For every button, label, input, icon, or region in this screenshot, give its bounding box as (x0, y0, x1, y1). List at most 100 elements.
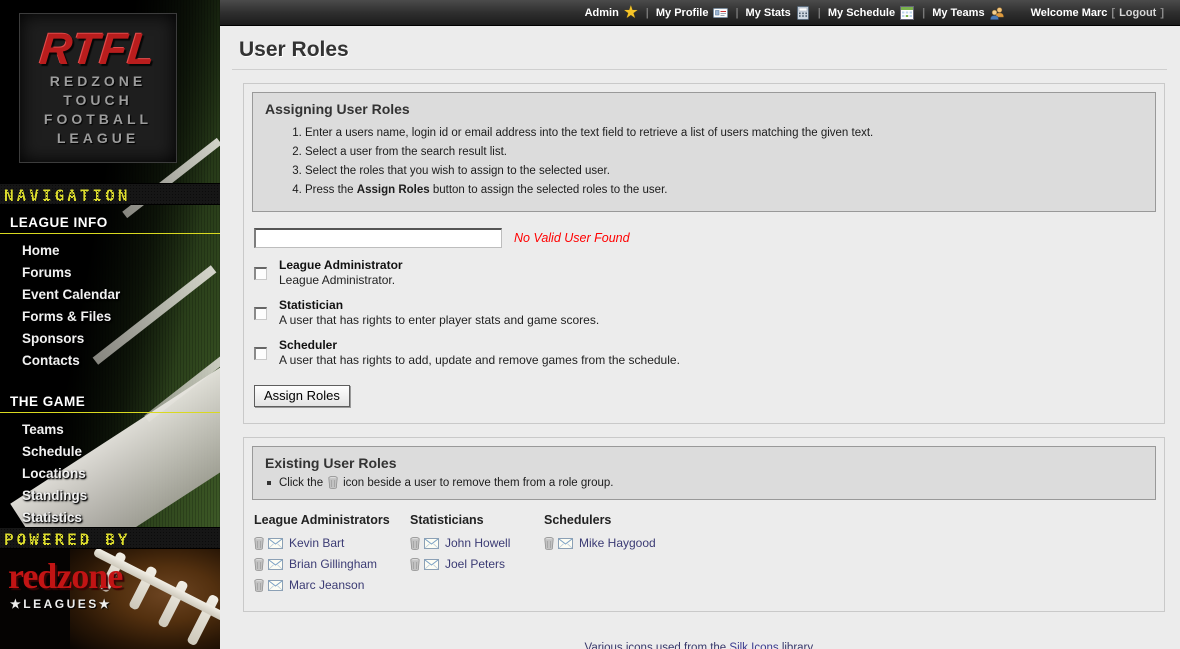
remove-user-trash-icon[interactable] (254, 537, 264, 550)
topbar-item-my-profile-label: My Profile (656, 7, 709, 19)
user-link[interactable]: Joel Peters (445, 557, 505, 571)
group-icon (989, 5, 1005, 21)
logo-line: TOUCH (20, 91, 176, 110)
user-link[interactable]: Brian Gillingham (289, 557, 377, 571)
existing-note: Click the icon beside a user to remove t… (265, 476, 1143, 489)
redzone-wordmark: redzone (8, 555, 122, 597)
email-icon[interactable] (268, 580, 283, 591)
assigning-steps: Enter a users name, login id or email ad… (265, 125, 1143, 198)
assign-roles-button[interactable]: Assign Roles (254, 385, 350, 407)
sidebar-item-teams[interactable]: Teams (0, 419, 220, 441)
group-header: Statisticians (410, 513, 544, 527)
role-description: A user that has rights to add, update an… (279, 353, 680, 368)
redzone-leagues-logo: redzone ★LEAGUES★ (0, 549, 220, 649)
navigation-led-text: NAVIGATION (4, 186, 130, 205)
email-icon[interactable] (424, 559, 439, 570)
group-statisticians: Statisticians John Howell Joel Peters (410, 513, 544, 599)
powered-by-led-banner: POWERED BY (0, 527, 220, 549)
title-divider (232, 69, 1167, 70)
logout-bracket-open: [ (1111, 7, 1115, 19)
topbar-item-my-stats[interactable]: My Stats (746, 5, 811, 21)
topbar-item-my-profile[interactable]: My Profile (656, 5, 729, 21)
group-header: League Administrators (254, 513, 410, 527)
topbar-item-my-schedule[interactable]: My Schedule (828, 5, 915, 21)
existing-instructions-box: Existing User Roles Click the icon besid… (252, 446, 1156, 500)
email-icon[interactable] (424, 538, 439, 549)
role-label: Scheduler (279, 338, 680, 353)
user-link[interactable]: Marc Jeanson (289, 578, 364, 592)
user-link[interactable]: John Howell (445, 536, 510, 550)
topbar-item-admin-label: Admin (585, 7, 619, 19)
page-title: User Roles (239, 38, 1180, 62)
email-icon[interactable] (268, 559, 283, 570)
role-description: A user that has rights to enter player s… (279, 313, 599, 328)
user-row: Brian Gillingham (254, 557, 410, 571)
app-window: RTFL REDZONE TOUCH FOOTBALL LEAGUE NAVIG… (0, 0, 1180, 649)
user-link[interactable]: Kevin Bart (289, 536, 344, 550)
sidebar-item-event-calendar[interactable]: Event Calendar (0, 284, 220, 306)
menu-section-the-game: THE GAME Teams Schedule Locations Standi… (0, 390, 220, 539)
assigning-instructions-box: Assigning User Roles Enter a users name,… (252, 92, 1156, 212)
remove-user-trash-icon[interactable] (544, 537, 554, 550)
redzone-leagues-label: ★LEAGUES★ (10, 597, 112, 611)
sidebar-item-standings[interactable]: Standings (0, 485, 220, 507)
email-icon[interactable] (558, 538, 573, 549)
group-schedulers: Schedulers Mike Haygood (544, 513, 700, 599)
user-search-input[interactable] (254, 228, 502, 248)
topbar-item-my-schedule-label: My Schedule (828, 7, 895, 19)
league-logo: RTFL REDZONE TOUCH FOOTBALL LEAGUE (19, 13, 177, 163)
menu-header-league-info: LEAGUE INFO (0, 211, 220, 234)
sidebar-item-contacts[interactable]: Contacts (0, 350, 220, 372)
role-option-league-administrator: League Administrator League Administrato… (254, 258, 1156, 288)
sidebar-item-statistics[interactable]: Statistics (0, 507, 220, 529)
square-bullet (267, 481, 271, 485)
sidebar-item-sponsors[interactable]: Sponsors (0, 328, 220, 350)
sidebar-item-forums[interactable]: Forums (0, 262, 220, 284)
role-option-statistician: Statistician A user that has rights to e… (254, 298, 1156, 328)
role-label: League Administrator (279, 258, 403, 273)
sidebar-item-forms-files[interactable]: Forms & Files (0, 306, 220, 328)
remove-user-trash-icon[interactable] (254, 579, 264, 592)
sidebar-item-locations[interactable]: Locations (0, 463, 220, 485)
topbar-separator: | (922, 7, 925, 19)
league-administrator-checkbox[interactable] (254, 267, 267, 280)
user-row: Mike Haygood (544, 536, 700, 550)
logout-link[interactable]: Logout (1119, 7, 1156, 19)
silk-icons-link[interactable]: Silk Icons (729, 642, 778, 649)
user-row: Marc Jeanson (254, 578, 410, 592)
user-link[interactable]: Mike Haygood (579, 536, 656, 550)
main-content: User Roles Assigning User Roles Enter a … (220, 27, 1180, 649)
navigation-led-banner: NAVIGATION (0, 183, 220, 205)
topbar-separator: | (646, 7, 649, 19)
remove-user-trash-icon[interactable] (254, 558, 264, 571)
user-row: Joel Peters (410, 557, 544, 571)
step-1: Enter a users name, login id or email ad… (305, 125, 1143, 141)
menu-header-the-game: THE GAME (0, 390, 220, 413)
logout-bracket-close: ] (1160, 7, 1164, 19)
user-search-row: No Valid User Found (254, 228, 1156, 248)
scheduler-checkbox[interactable] (254, 347, 267, 360)
role-label: Statistician (279, 298, 599, 313)
logo-line: FOOTBALL (20, 110, 176, 129)
remove-user-trash-icon[interactable] (410, 558, 420, 571)
user-row: Kevin Bart (254, 536, 410, 550)
sidebar-menu: LEAGUE INFO Home Forums Event Calendar F… (0, 211, 220, 539)
logo-acronym: RTFL (18, 28, 179, 72)
page-footer: Various icons used from the Silk Icons l… (220, 642, 1180, 649)
step-3: Select the roles that you wish to assign… (305, 163, 1143, 179)
sidebar-item-home[interactable]: Home (0, 240, 220, 262)
calendar-icon (899, 5, 915, 21)
assigning-title: Assigning User Roles (265, 101, 1143, 117)
existing-user-roles-panel: Existing User Roles Click the icon besid… (243, 437, 1165, 612)
email-icon[interactable] (268, 538, 283, 549)
no-valid-user-message: No Valid User Found (514, 231, 630, 245)
role-description: League Administrator. (279, 273, 403, 288)
topbar-item-my-teams[interactable]: My Teams (932, 5, 1004, 21)
topbar-item-admin[interactable]: Admin ★ (585, 5, 639, 21)
remove-user-trash-icon[interactable] (410, 537, 420, 550)
sidebar-item-schedule[interactable]: Schedule (0, 441, 220, 463)
statistician-checkbox[interactable] (254, 307, 267, 320)
welcome-text: Welcome Marc (1031, 7, 1108, 19)
role-groups: League Administrators Kevin Bart Brian G… (254, 513, 1156, 599)
topbar: Admin ★ | My Profile | My Stats | My Sch… (220, 0, 1180, 26)
